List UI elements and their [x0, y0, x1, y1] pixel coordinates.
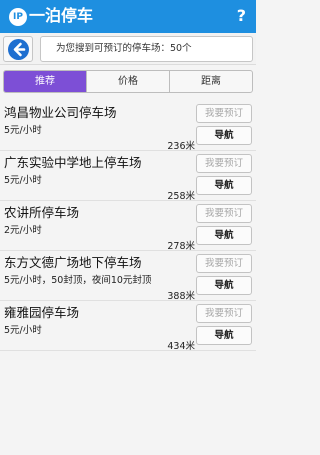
reserve-button[interactable]: 我要预订	[196, 104, 252, 123]
navigate-button[interactable]: 导航	[196, 126, 252, 145]
parking-price: 5元/小时	[4, 325, 42, 336]
list-item[interactable]: 东方文德广场地下停车场 5元/小时，50封顶，夜间10元封顶 388米 我要预订…	[0, 251, 256, 302]
reserve-button[interactable]: 我要预订	[196, 204, 252, 223]
parking-price: 2元/小时	[4, 225, 42, 236]
navigate-button[interactable]: 导航	[196, 276, 252, 295]
navigate-button[interactable]: 导航	[196, 176, 252, 195]
parking-name: 雍雅园停车场	[4, 305, 80, 320]
tab-price[interactable]: 价格	[87, 71, 170, 92]
help-button[interactable]: ?	[237, 5, 246, 27]
list-item[interactable]: 鸿昌物业公司停车场 5元/小时 236米 我要预订 导航	[0, 101, 256, 152]
reserve-button[interactable]: 我要预订	[196, 304, 252, 323]
parking-name: 农讲所停车场	[4, 205, 80, 220]
parking-logo-icon: IP	[9, 8, 27, 26]
title-bar: IP 一泊停车 ?	[0, 0, 256, 33]
navigate-button[interactable]: 导航	[196, 326, 252, 345]
reserve-button[interactable]: 我要预订	[196, 154, 252, 173]
back-arrow-icon	[8, 39, 29, 60]
parking-price: 5元/小时，50封顶，夜间10元封顶	[4, 275, 152, 286]
tab-recommend[interactable]: 推荐	[4, 71, 87, 92]
parking-name: 广东实验中学地上停车场	[4, 155, 142, 170]
parking-name: 东方文德广场地下停车场	[4, 255, 142, 270]
list-item[interactable]: 农讲所停车场 2元/小时 278米 我要预订 导航	[0, 201, 256, 252]
back-button[interactable]	[3, 36, 33, 62]
tab-distance[interactable]: 距离	[170, 71, 252, 92]
parking-list: 鸿昌物业公司停车场 5元/小时 236米 我要预订 导航 广东实验中学地上停车场…	[0, 101, 256, 352]
reserve-button[interactable]: 我要预订	[196, 254, 252, 273]
navigate-button[interactable]: 导航	[196, 226, 252, 245]
result-count: 为您搜到可预订的停车场：50个	[40, 36, 253, 62]
result-bar: 为您搜到可预订的停车场：50个	[0, 33, 256, 65]
parking-name: 鸿昌物业公司停车场	[4, 105, 117, 120]
list-item[interactable]: 雍雅园停车场 5元/小时 434米 我要预订 导航	[0, 301, 256, 352]
parking-price: 5元/小时	[4, 175, 42, 186]
parking-distance: 434米	[167, 341, 195, 352]
list-item[interactable]: 广东实验中学地上停车场 5元/小时 258米 我要预订 导航	[0, 151, 256, 202]
sort-tabs: 推荐 价格 距离	[3, 70, 253, 93]
app-title: 一泊停车	[29, 6, 94, 25]
parking-price: 5元/小时	[4, 125, 42, 136]
